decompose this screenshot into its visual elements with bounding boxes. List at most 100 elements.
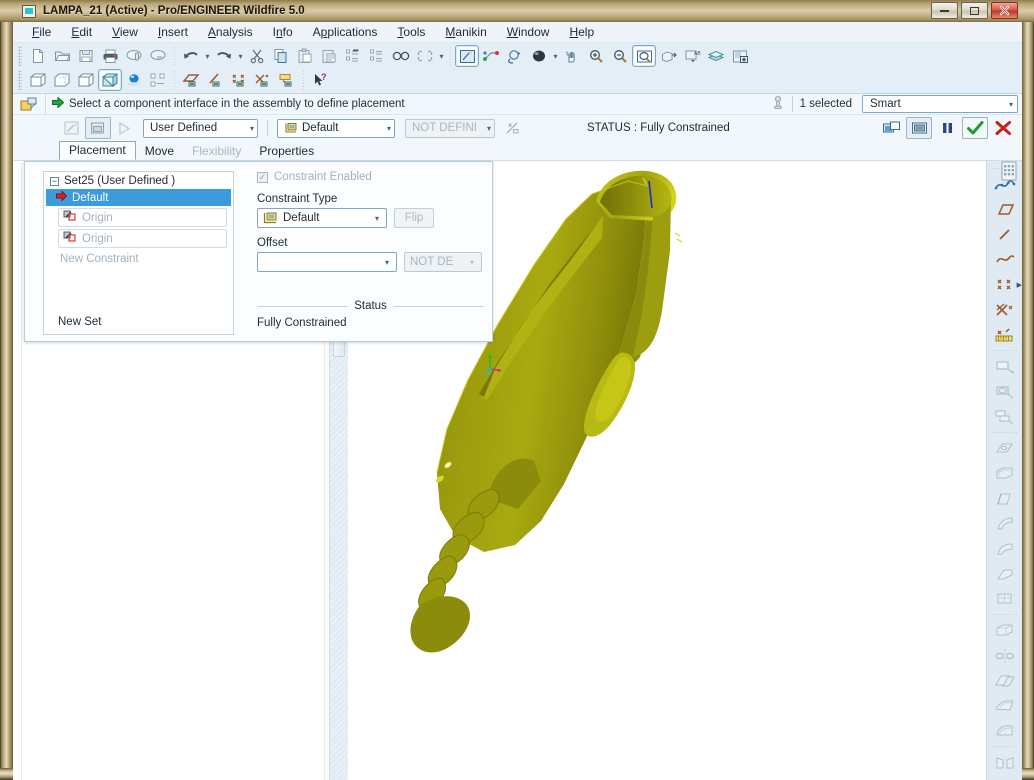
tab-placement[interactable]: Placement bbox=[59, 141, 136, 160]
constraint-tree[interactable]: − Set25 (User Defined ) Default Origin O… bbox=[43, 171, 234, 335]
datum-axis-icon[interactable] bbox=[479, 45, 503, 67]
wireframe-icon[interactable] bbox=[26, 69, 50, 91]
constraint-reference-1[interactable]: Origin bbox=[58, 208, 227, 227]
capture-image-icon[interactable] bbox=[728, 45, 752, 67]
collapse-expander-icon[interactable]: − bbox=[50, 176, 59, 186]
undo-icon[interactable] bbox=[179, 45, 203, 67]
paste-special-icon[interactable] bbox=[317, 45, 341, 67]
reorient-icon[interactable] bbox=[656, 45, 680, 67]
menu-view[interactable]: View bbox=[102, 23, 148, 41]
pan-icon[interactable] bbox=[560, 45, 584, 67]
menu-window[interactable]: Window bbox=[497, 23, 560, 41]
constraint-item-default[interactable]: Default bbox=[46, 189, 231, 206]
send-mail-icon[interactable] bbox=[122, 45, 146, 67]
tab-properties[interactable]: Properties bbox=[250, 143, 323, 160]
toolbar-grip[interactable] bbox=[18, 70, 22, 90]
new-constraint-item[interactable]: New Constraint bbox=[60, 253, 233, 265]
refit-icon[interactable] bbox=[632, 45, 656, 67]
select-box-icon[interactable] bbox=[413, 45, 437, 67]
query-select-icon[interactable]: ? bbox=[308, 69, 332, 91]
appearance-chevron-down-icon[interactable]: ▾ bbox=[551, 45, 560, 67]
component-interface-icon[interactable] bbox=[85, 117, 111, 139]
appearance-icon[interactable] bbox=[527, 45, 551, 67]
spin-center-icon[interactable] bbox=[503, 45, 527, 67]
zoom-out-icon[interactable] bbox=[608, 45, 632, 67]
menu-applications[interactable]: Applications bbox=[303, 23, 388, 41]
regenerate-icon[interactable] bbox=[341, 45, 365, 67]
separate-window-icon[interactable] bbox=[878, 117, 904, 139]
close-icon bbox=[999, 5, 1010, 16]
save-icon[interactable] bbox=[74, 45, 98, 67]
menu-help[interactable]: Help bbox=[559, 23, 604, 41]
accept-check-icon[interactable] bbox=[962, 117, 988, 139]
open-file-icon[interactable] bbox=[50, 45, 74, 67]
spin-center-toggle-icon[interactable] bbox=[771, 95, 785, 114]
undo-chevron-down-icon[interactable]: ▾ bbox=[203, 45, 212, 67]
layers-icon[interactable] bbox=[704, 45, 728, 67]
annotation-icon[interactable] bbox=[275, 69, 299, 91]
cut-icon[interactable] bbox=[245, 45, 269, 67]
tab-move[interactable]: Move bbox=[136, 143, 183, 160]
menu-tools[interactable]: Tools bbox=[387, 23, 435, 41]
print-icon[interactable] bbox=[98, 45, 122, 67]
close-button[interactable] bbox=[991, 2, 1018, 19]
menu-edit[interactable]: Edit bbox=[61, 23, 102, 41]
offset-input[interactable]: ▾ bbox=[257, 252, 397, 272]
constraint-set-type-dropdown[interactable]: User Defined ▾ bbox=[143, 118, 258, 138]
sketch-edit-icon[interactable] bbox=[455, 45, 479, 67]
constraint-type-select[interactable]: Default ▾ bbox=[257, 208, 387, 228]
menu-insert[interactable]: Insert bbox=[148, 23, 198, 41]
flip-offset-icon[interactable] bbox=[499, 117, 525, 139]
chevron-down-icon: ▾ bbox=[249, 123, 254, 133]
minimize-button[interactable] bbox=[931, 2, 958, 19]
pause-icon[interactable] bbox=[934, 117, 960, 139]
selection-filter-dropdown[interactable]: Smart ▾ bbox=[862, 95, 1018, 113]
regenerate-all-icon[interactable] bbox=[365, 45, 389, 67]
copy-icon[interactable] bbox=[269, 45, 293, 67]
cancel-x-icon[interactable] bbox=[990, 117, 1016, 139]
new-file-icon[interactable] bbox=[26, 45, 50, 67]
offset-label: Offset bbox=[257, 237, 288, 249]
menu-analysis[interactable]: Analysis bbox=[198, 23, 263, 41]
datum-plane-icon[interactable] bbox=[179, 69, 203, 91]
maximize-button[interactable] bbox=[961, 2, 988, 19]
placement-panel[interactable]: − Set25 (User Defined ) Default Origin O… bbox=[24, 161, 493, 342]
csys-ref-icon bbox=[63, 210, 77, 225]
datum-point-icon[interactable] bbox=[227, 69, 251, 91]
shaded-realistic-icon[interactable] bbox=[122, 69, 146, 91]
paste-icon[interactable] bbox=[293, 45, 317, 67]
hidden-line-icon[interactable] bbox=[50, 69, 74, 91]
offset-value-dropdown[interactable]: NOT DEFINI ▾ bbox=[405, 118, 495, 138]
menu-manikin[interactable]: Manikin bbox=[435, 23, 496, 41]
constraint-type-dropdown[interactable]: Default ▾ bbox=[277, 118, 395, 138]
named-view-icon[interactable]: AB bbox=[680, 45, 704, 67]
no-hidden-icon[interactable] bbox=[74, 69, 98, 91]
select-box-chevron-down-icon[interactable]: ▾ bbox=[437, 45, 446, 67]
redo-chevron-down-icon[interactable]: ▾ bbox=[236, 45, 245, 67]
flip-button[interactable]: Flip bbox=[394, 208, 434, 228]
grid-toggle-icon[interactable] bbox=[1000, 161, 1018, 780]
offset-type-select[interactable]: NOT DE ▾ bbox=[404, 252, 482, 272]
constraint-enabled-row[interactable]: ✓ Constraint Enabled bbox=[257, 171, 484, 183]
toolbar-region: ▾ ▾ ▾ ▾ AB ? bbox=[13, 43, 1022, 94]
user-defined-set-icon[interactable] bbox=[59, 117, 85, 139]
title-bar[interactable]: LAMPA_21 (Active) - Pro/ENGINEER Wildfir… bbox=[0, 0, 1034, 22]
menu-info[interactable]: Info bbox=[263, 23, 303, 41]
zoom-in-icon[interactable] bbox=[584, 45, 608, 67]
toolbar-grip[interactable] bbox=[18, 46, 22, 66]
constraint-reference-2[interactable]: Origin bbox=[58, 229, 227, 248]
datum-csys-icon[interactable] bbox=[251, 69, 275, 91]
menu-file[interactable]: File bbox=[22, 23, 61, 41]
connection-flip-icon[interactable] bbox=[111, 117, 137, 139]
toolbar-separator bbox=[174, 46, 175, 66]
shaded-icon[interactable] bbox=[98, 69, 122, 91]
constraint-set-node[interactable]: − Set25 (User Defined ) bbox=[44, 172, 233, 189]
datum-axis2-icon[interactable] bbox=[203, 69, 227, 91]
new-set-item[interactable]: New Set bbox=[58, 316, 101, 328]
find-icon[interactable] bbox=[389, 45, 413, 67]
redo-icon[interactable] bbox=[212, 45, 236, 67]
datum-display-icon[interactable] bbox=[146, 69, 170, 91]
send-link-icon[interactable] bbox=[146, 45, 170, 67]
constraint-enabled-checkbox[interactable]: ✓ bbox=[257, 171, 268, 183]
assembly-window-icon[interactable] bbox=[906, 117, 932, 139]
